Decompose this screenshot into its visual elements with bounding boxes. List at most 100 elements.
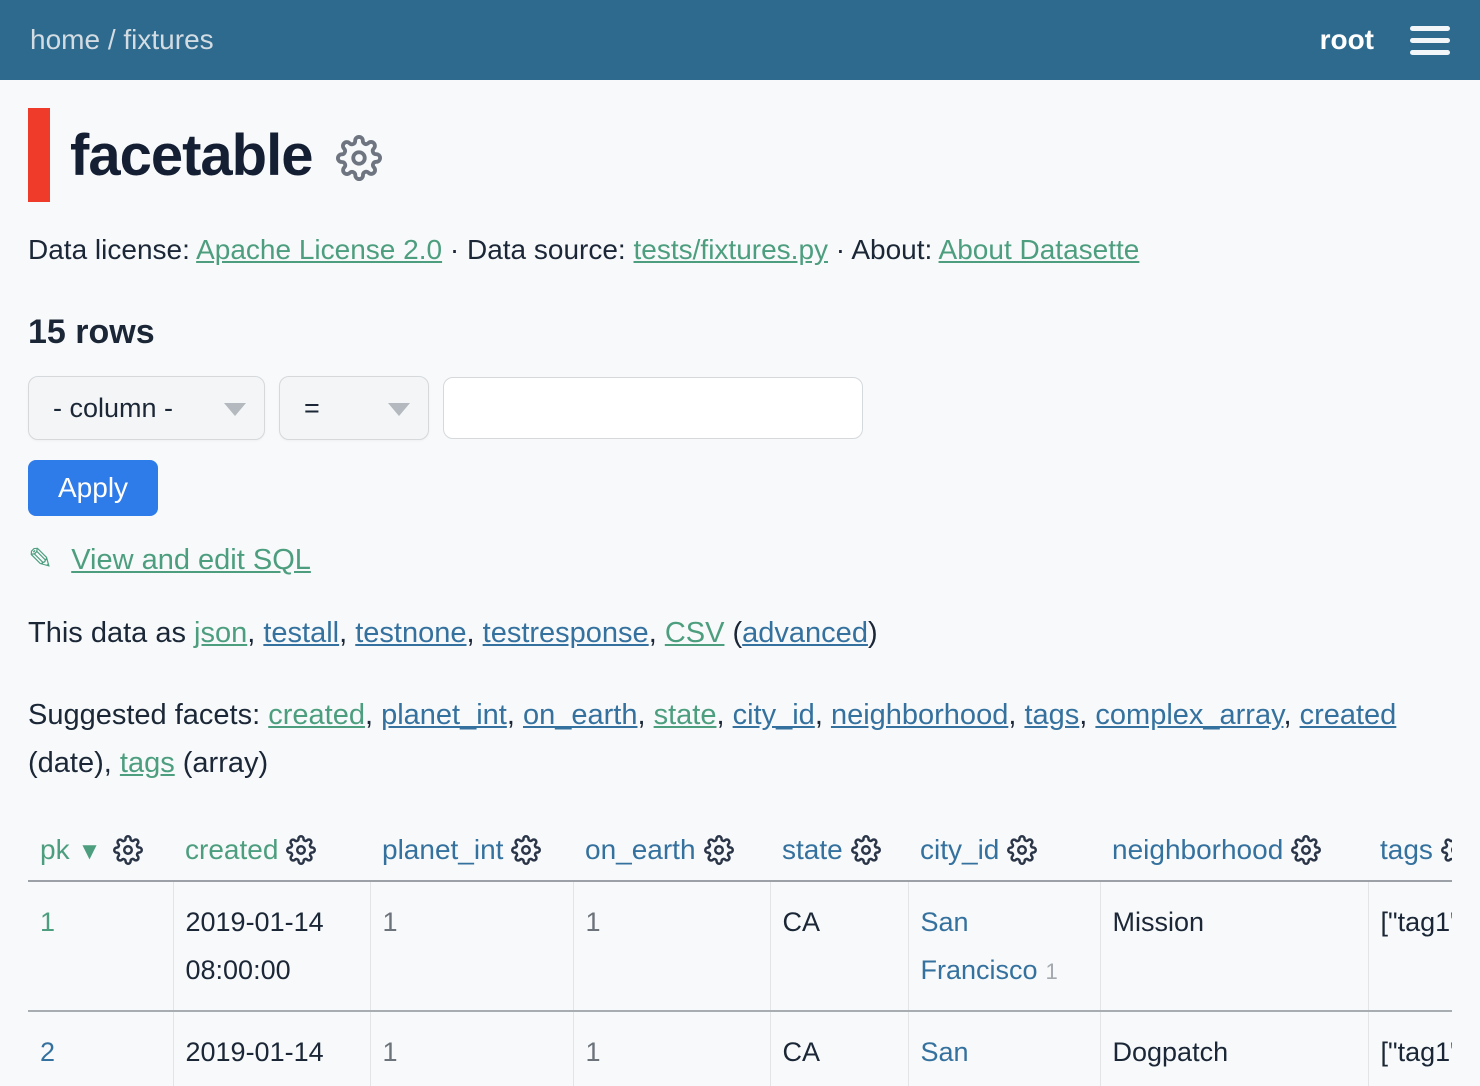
table-cell-city_id: San Francisco1 — [908, 1011, 1100, 1086]
cell-value: 1 — [383, 907, 398, 937]
facet-link-tags--array-[interactable]: tags — [120, 747, 175, 779]
export-links-line: This data as json, testall, testnone, te… — [28, 617, 1452, 650]
cell-value: Dogpatch — [1113, 1037, 1229, 1067]
title-accent-bar — [28, 108, 50, 202]
export-link-advanced[interactable]: advanced — [742, 617, 868, 649]
facet-link-neighborhood[interactable]: neighborhood — [831, 699, 1008, 731]
facet-link-city_id[interactable]: city_id — [733, 699, 815, 731]
apply-button[interactable]: Apply — [28, 460, 158, 516]
operator-select-value: = — [304, 393, 320, 424]
table-cell-tags: ["tag1", "tag2"] — [1368, 881, 1452, 1011]
dot-separator: · — [836, 234, 845, 265]
source-label: Data source: — [467, 234, 626, 265]
table-cell-planet_int: 1 — [370, 881, 573, 1011]
export-link-testresponse[interactable]: testresponse — [483, 617, 649, 649]
main-content: facetable Data license: Apache License 2… — [0, 80, 1480, 1086]
chevron-down-icon — [388, 403, 410, 416]
column-select[interactable]: - column - — [28, 376, 265, 440]
column-header-created: created — [173, 828, 370, 881]
sql-line: ✎ View and edit SQL — [28, 542, 1452, 577]
table-cell-pk: 2 — [28, 1011, 173, 1086]
column-sort-link-planet_int[interactable]: planet_int — [382, 834, 503, 865]
column-menu-gear-icon[interactable] — [851, 835, 881, 865]
cell-value: 1 — [586, 907, 601, 937]
navbar-right: root — [1320, 24, 1450, 56]
license-label: Data license: — [28, 234, 190, 265]
cell-link[interactable]: San Francisco — [921, 1037, 1038, 1086]
user-menu-link[interactable]: root — [1320, 24, 1374, 56]
column-menu-gear-icon[interactable] — [1441, 835, 1452, 865]
column-sort-link-on_earth[interactable]: on_earth — [585, 834, 696, 865]
column-sort-link-created[interactable]: created — [185, 834, 278, 865]
column-sort-link-neighborhood[interactable]: neighborhood — [1112, 834, 1283, 865]
top-navbar: home / fixtures root — [0, 0, 1480, 80]
column-header-tags: tags — [1368, 828, 1452, 881]
cell-value: Mission — [1113, 907, 1205, 937]
breadcrumb-current-link[interactable]: fixtures — [123, 24, 213, 55]
table-row: 12019-01-14 08:00:0011CASan Francisco1Mi… — [28, 881, 1452, 1011]
table-cell-state: CA — [770, 881, 908, 1011]
hamburger-menu-icon[interactable] — [1410, 26, 1450, 55]
filter-value-input[interactable] — [443, 377, 863, 439]
column-header-planet_int: planet_int — [370, 828, 573, 881]
facet-link-complex_array[interactable]: complex_array — [1095, 699, 1283, 731]
cell-value: CA — [783, 1037, 821, 1067]
column-sort-link-city_id[interactable]: city_id — [920, 834, 999, 865]
column-menu-gear-icon[interactable] — [1291, 835, 1321, 865]
filter-row: - column - = — [28, 376, 1452, 440]
facet-link-tags[interactable]: tags — [1024, 699, 1079, 731]
cell-link[interactable]: 2 — [40, 1037, 55, 1067]
column-sort-link-state[interactable]: state — [782, 834, 843, 865]
export-link-json[interactable]: json — [194, 617, 247, 649]
column-menu-gear-icon[interactable] — [1007, 835, 1037, 865]
column-menu-gear-icon[interactable] — [511, 835, 541, 865]
facet-link-state[interactable]: state — [654, 699, 717, 731]
about-label: About: — [851, 234, 932, 265]
column-header-city_id: city_id — [908, 828, 1100, 881]
table-cell-on_earth: 1 — [573, 881, 770, 1011]
table-cell-planet_int: 1 — [370, 1011, 573, 1086]
column-header-state: state — [770, 828, 908, 881]
source-link[interactable]: tests/fixtures.py — [634, 234, 829, 265]
cell-value: 1 — [383, 1037, 398, 1067]
facet-link-created--date-[interactable]: created — [1300, 699, 1397, 731]
column-header-pk: pk ▼ — [28, 828, 173, 881]
facet-link-created[interactable]: created — [268, 699, 365, 731]
chevron-down-icon — [224, 403, 246, 416]
cell-value: 2019-01-14 08:00:00 — [186, 907, 324, 985]
view-edit-sql-link[interactable]: View and edit SQL — [71, 544, 311, 576]
suggested-facets-line: Suggested facets: created, planet_int, o… — [28, 692, 1452, 788]
table-cell-created: 2019-01-14 08:00:00 — [173, 1011, 370, 1086]
facet-link-on_earth[interactable]: on_earth — [523, 699, 638, 731]
cell-value: 1 — [586, 1037, 601, 1067]
column-menu-gear-icon[interactable] — [113, 835, 143, 865]
license-link[interactable]: Apache License 2.0 — [196, 234, 442, 265]
table-cell-created: 2019-01-14 08:00:00 — [173, 881, 370, 1011]
export-link-testnone[interactable]: testnone — [355, 617, 466, 649]
cell-value: 2019-01-14 08:00:00 — [186, 1037, 324, 1086]
column-select-value: - column - — [53, 393, 173, 424]
breadcrumb-home-link[interactable]: home — [30, 24, 100, 55]
breadcrumb-separator: / — [108, 24, 124, 55]
cell-link[interactable]: 1 — [40, 907, 55, 937]
operator-select[interactable]: = — [279, 376, 429, 440]
column-header-neighborhood: neighborhood — [1100, 828, 1368, 881]
cell-link[interactable]: San Francisco — [921, 907, 1038, 985]
table-header-row: pk ▼ created planet_int on_earth state city_id… — [28, 828, 1452, 881]
facet-link-planet_int[interactable]: planet_int — [381, 699, 507, 731]
table-cell-tags: ["tag1", "tag3"] — [1368, 1011, 1452, 1086]
export-link-testall[interactable]: testall — [263, 617, 339, 649]
export-link-csv[interactable]: CSV — [665, 617, 725, 649]
breadcrumb: home / fixtures — [30, 24, 214, 56]
pencil-icon: ✎ — [28, 543, 53, 576]
about-link[interactable]: About Datasette — [939, 234, 1140, 265]
column-menu-gear-icon[interactable] — [286, 835, 316, 865]
column-sort-link-pk[interactable]: pk — [40, 834, 70, 865]
cell-value: ["tag1", "tag2"] — [1381, 907, 1453, 937]
table-settings-gear-icon[interactable] — [336, 135, 382, 181]
column-sort-link-tags[interactable]: tags — [1380, 834, 1433, 865]
column-menu-gear-icon[interactable] — [704, 835, 734, 865]
cell-value: CA — [783, 907, 821, 937]
page-title: facetable — [70, 122, 312, 189]
sort-desc-icon: ▼ — [78, 838, 102, 865]
